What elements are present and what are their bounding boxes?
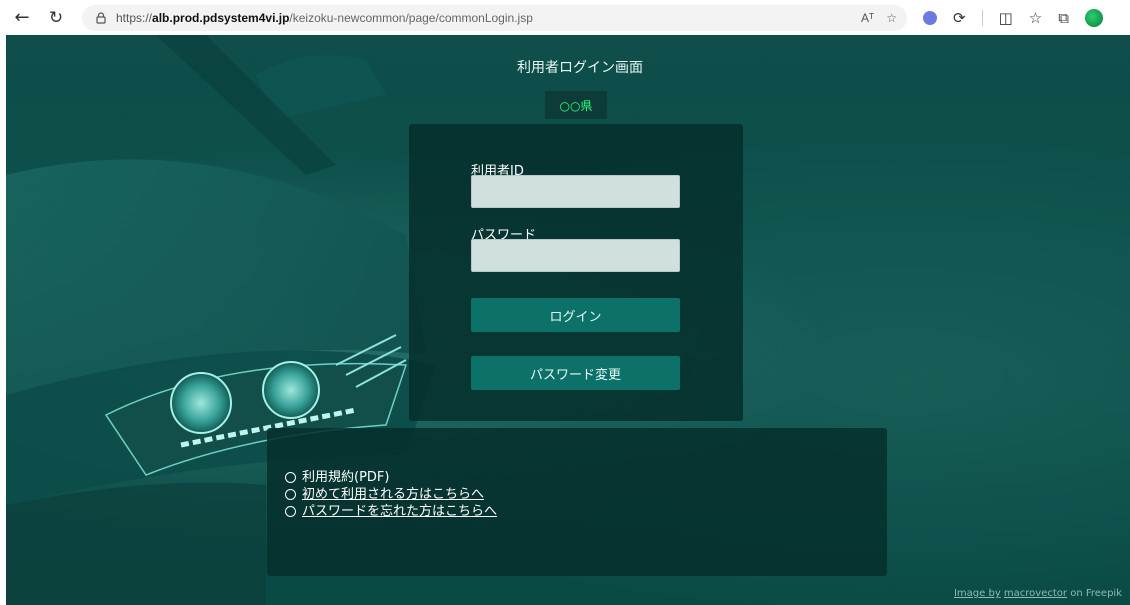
list-item[interactable]: パスワードを忘れた方はこちらへ [285, 503, 497, 520]
site-info-icon[interactable] [94, 11, 108, 25]
user-id-input[interactable] [471, 175, 680, 208]
copilot-icon[interactable] [1084, 8, 1103, 27]
change-password-button[interactable]: パスワード変更 [471, 356, 680, 390]
url-path: /keizoku-newcommon/page/commonLogin.jsp [289, 10, 533, 25]
prefecture-badge: ○○県 [545, 91, 607, 119]
browser-essentials-icon[interactable]: ⟳ [953, 9, 966, 27]
first-time-user-link[interactable]: 初めて利用される方はこちらへ [302, 486, 484, 503]
password-input[interactable] [471, 239, 680, 272]
credit-source: on Freepik [1070, 588, 1122, 599]
refresh-icon[interactable]: ↻ [42, 4, 70, 32]
image-credit: Image by macrovector on Freepik [954, 588, 1122, 599]
collections-icon[interactable]: ⧉ [1058, 9, 1069, 27]
split-screen-icon[interactable]: ◫ [999, 9, 1013, 27]
address-bar[interactable]: https:// alb.prod.pdsystem4vi.jp /keizok… [82, 4, 907, 31]
favorites-icon[interactable]: ☆ [1029, 9, 1042, 27]
extension-icon[interactable] [923, 10, 937, 25]
browser-toolbar: ← ↻ https:// alb.prod.pdsystem4vi.jp /ke… [0, 0, 1130, 35]
links-panel: 利用規約(PDF) 初めて利用される方はこちらへ パスワードを忘れた方はこちらへ [267, 428, 887, 576]
list-item[interactable]: 初めて利用される方はこちらへ [285, 486, 497, 503]
bullet-circle-icon [285, 506, 296, 517]
browser-extensions: ⟳ ◫ ☆ ⧉ [923, 8, 1103, 27]
favorite-star-icon[interactable]: ☆ [886, 11, 897, 25]
credit-image-by[interactable]: Image by [954, 588, 1001, 599]
login-button[interactable]: ログイン [471, 298, 680, 332]
page-title: 利用者ログイン画面 [517, 60, 643, 76]
url-scheme: https:// [116, 10, 153, 25]
bullet-circle-icon [285, 489, 296, 500]
read-aloud-icon[interactable]: Aᵀ [861, 11, 874, 25]
list-item[interactable]: 利用規約(PDF) [285, 469, 497, 486]
back-arrow-icon[interactable]: ← [8, 4, 36, 32]
login-panel: 利用者ID パスワード ログイン パスワード変更 [409, 124, 743, 421]
credit-author-link[interactable]: macrovector [1004, 588, 1067, 599]
forgot-password-link[interactable]: パスワードを忘れた方はこちらへ [302, 503, 497, 520]
login-page: 利用者ログイン画面 ○○県 利用者ID パスワード ログイン パスワード変更 利… [6, 35, 1130, 605]
bullet-circle-icon [285, 472, 296, 483]
url-host: alb.prod.pdsystem4vi.jp [152, 10, 290, 25]
terms-link[interactable]: 利用規約(PDF) [302, 469, 389, 486]
toolbar-separator [981, 9, 983, 26]
link-list: 利用規約(PDF) 初めて利用される方はこちらへ パスワードを忘れた方はこちらへ [285, 469, 497, 520]
